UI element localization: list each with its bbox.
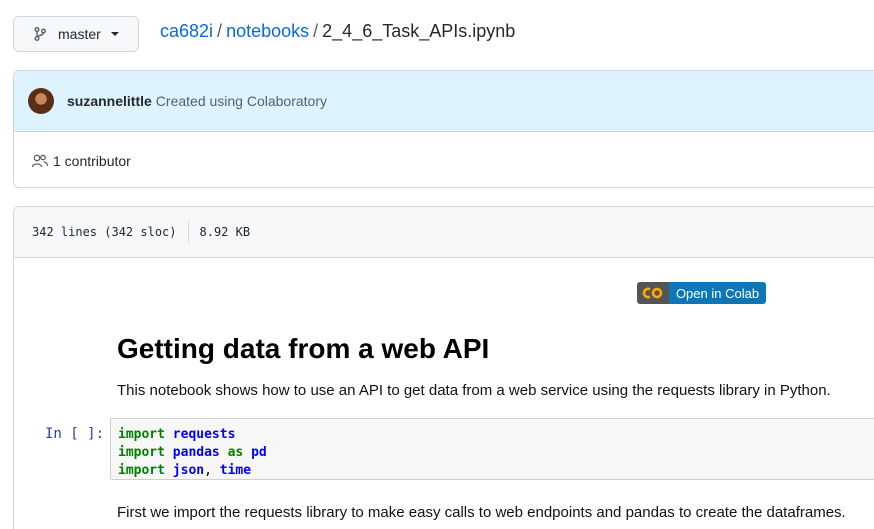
file-line-count: 342 lines (342 sloc) [32,225,177,239]
contributors-row[interactable]: 1 contributor [14,132,874,187]
people-icon [31,154,49,167]
avatar[interactable] [28,88,54,114]
code-keyword: import [118,445,165,460]
code-keyword: import [118,463,165,478]
notebook-intro-text: This notebook shows how to use an API to… [117,382,831,399]
colab-logo-icon [637,282,669,304]
colab-badge-label: Open in Colab [669,282,766,304]
colab-logo-svg [642,287,663,299]
latest-commit-header: suzannelittle Created using Colaboratory [14,71,874,132]
commit-box: suzannelittle Created using Colaboratory… [13,70,874,188]
divider [187,222,189,242]
file-info-bar: 342 lines (342 sloc) 8.92 KB [14,207,874,258]
page: master ca682i / notebooks/2_4_6_Task_APIs.… [0,0,874,529]
breadcrumb-folder-link[interactable]: notebooks [226,21,309,41]
code-module: json [172,463,205,478]
branch-label: master [58,26,101,42]
breadcrumb-separator: / [217,21,223,41]
code-line: import requests [118,426,874,444]
cell-prompt: In [ ]: [45,426,105,442]
code-line: import pandas as pd [118,444,874,462]
breadcrumb: ca682i / notebooks/2_4_6_Task_APIs.ipynb [160,20,515,42]
notebook-explanation-text: First we import the requests library to … [117,504,846,521]
code-keyword: import [118,427,165,442]
breadcrumb-repo-link[interactable]: ca682i [160,21,213,41]
file-size: 8.92 KB [199,225,251,239]
code-module: time [219,463,252,478]
file-viewer: 342 lines (342 sloc) 8.92 KB Open in Col… [13,206,874,529]
commit-message[interactable]: Created using Colaboratory [156,93,327,109]
git-branch-icon [34,27,46,41]
code-cell: import requests import pandas as pd impo… [110,418,874,480]
code-punctuation: , [204,463,212,478]
branch-select-button[interactable]: master [13,16,139,52]
code-alias: pd [251,445,267,460]
open-in-colab-badge[interactable]: Open in Colab [637,282,766,304]
commit-author-link[interactable]: suzannelittle [67,93,152,109]
breadcrumb-separator: / [313,21,319,41]
chevron-down-icon [110,32,119,36]
notebook-title: Getting data from a web API [117,333,490,364]
breadcrumb-file-name: 2_4_6_Task_APIs.ipynb [322,21,516,41]
contributors-count: 1 contributor [53,152,131,169]
code-module: requests [172,427,236,442]
notebook-render: Open in Colab Getting data from a web AP… [14,258,874,529]
code-line: import json, time [118,462,874,480]
code-keyword: as [227,445,244,460]
code-module: pandas [172,445,220,460]
